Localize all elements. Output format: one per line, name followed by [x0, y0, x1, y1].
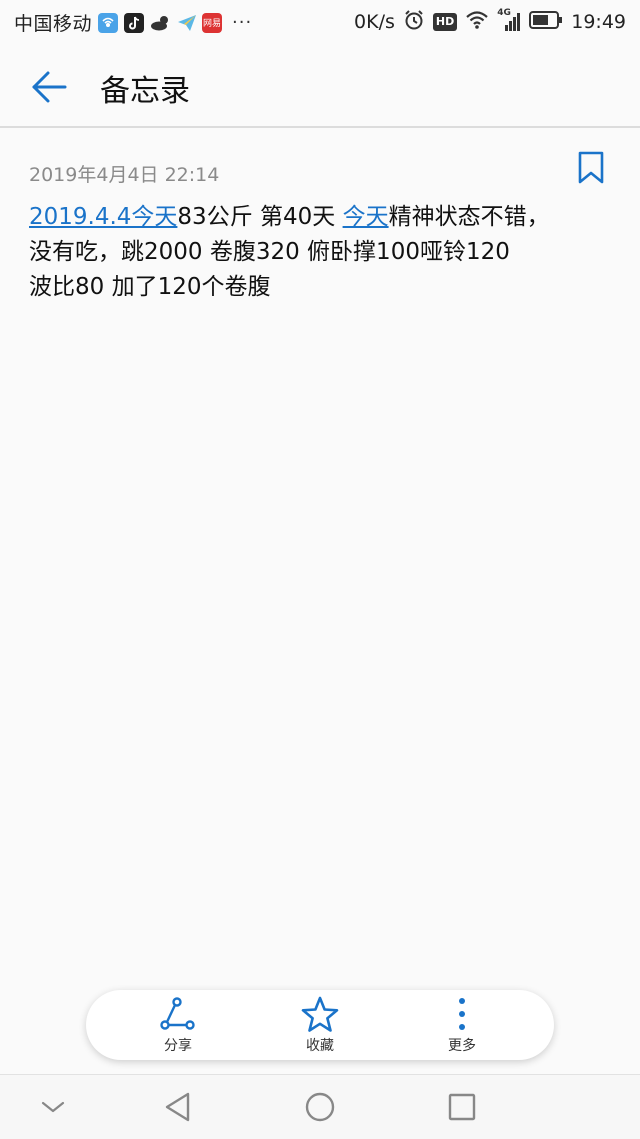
circle-home-icon: [305, 1092, 335, 1122]
netease-icon-text: 网易: [203, 18, 222, 29]
status-bar-left: 中国移动 网易 ···: [14, 9, 252, 36]
system-nav-bar: [0, 1074, 640, 1139]
clock: 19:49: [571, 11, 626, 33]
date-link[interactable]: 2019.4.4今天: [29, 204, 177, 230]
wifi-icon: [465, 10, 489, 34]
more-vertical-icon: [459, 998, 465, 1030]
more-button[interactable]: 更多: [412, 990, 512, 1060]
back-arrow-icon: [32, 71, 67, 103]
nav-recents-button[interactable]: [442, 1087, 482, 1127]
paper-plane-icon: [176, 13, 197, 33]
note-timestamp: 2019年4月4日 22:14: [29, 164, 220, 186]
note-text: 83公斤 第40天: [177, 204, 343, 230]
back-button[interactable]: [26, 64, 72, 110]
note-body[interactable]: 2019.4.4今天83公斤 第40天 今天精神状态不错， 没有吃，跳2000 …: [29, 200, 619, 305]
note-line-2: 没有吃，跳2000 卷腹320 俯卧撑100哑铃120: [29, 239, 510, 265]
share-icon: [160, 997, 195, 1030]
triangle-back-icon: [165, 1092, 190, 1122]
nav-back-button[interactable]: [158, 1087, 198, 1127]
hide-nav-button[interactable]: [33, 1087, 73, 1127]
share-button[interactable]: 分享: [128, 990, 228, 1060]
tiktok-icon: [124, 12, 145, 33]
status-bar-right: 0K/s HD 4G 19:49: [354, 8, 626, 35]
alarm-icon: [403, 9, 425, 35]
signal-icon: 4G: [497, 8, 521, 33]
chevron-down-icon: [41, 1101, 65, 1113]
carrier-name: 中国移动: [14, 13, 93, 35]
weather-icon: [150, 13, 170, 33]
note-text: 精神状态不错，: [388, 204, 550, 230]
wifi-hotspot-icon: [98, 12, 119, 33]
more-label: 更多: [448, 1038, 476, 1054]
netease-news-icon: 网易: [202, 12, 223, 33]
app-bar: 备忘录: [0, 44, 640, 128]
action-bar: 分享 收藏 更多: [86, 990, 554, 1060]
today-link[interactable]: 今天: [343, 204, 389, 230]
share-label: 分享: [164, 1038, 192, 1054]
favorite-button[interactable]: 收藏: [270, 990, 370, 1060]
star-icon: [301, 996, 339, 1032]
hd-badge: HD: [432, 13, 458, 31]
network-speed: 0K/s: [354, 11, 395, 33]
more-notifications-dots: ···: [232, 12, 253, 33]
bookmark-icon: [578, 151, 604, 184]
favorite-label: 收藏: [306, 1038, 334, 1054]
bookmark-button[interactable]: [574, 148, 608, 188]
square-recents-icon: [448, 1093, 476, 1121]
battery-icon: [529, 11, 563, 33]
status-bar: 中国移动 网易 ··· 0K/s HD 4G 19:49: [0, 0, 640, 44]
nav-home-button[interactable]: [300, 1087, 340, 1127]
note-line-1: 2019.4.4今天83公斤 第40天 今天精神状态不错，: [29, 200, 619, 235]
note-line-3: 波比80 加了120个卷腹: [29, 274, 271, 300]
page-title: 备忘录: [100, 74, 190, 109]
